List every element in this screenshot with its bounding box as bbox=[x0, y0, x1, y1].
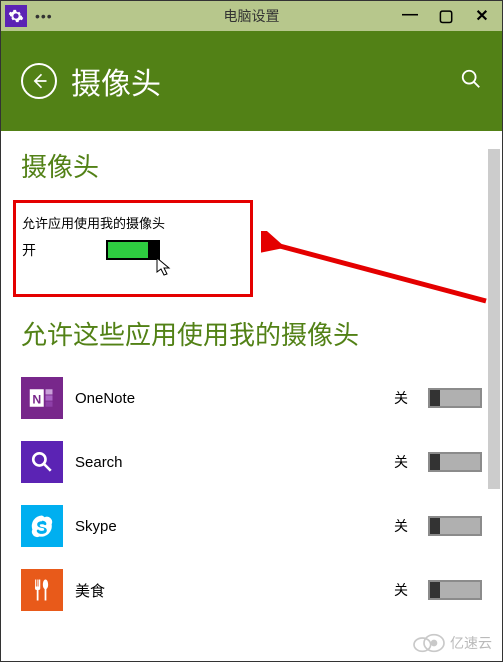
minimize-button[interactable]: — bbox=[398, 6, 422, 26]
title-bar: ••• 电脑设置 — ▢ ✕ bbox=[1, 1, 502, 31]
app-toggle[interactable] bbox=[428, 388, 482, 408]
back-button[interactable] bbox=[21, 63, 57, 99]
search-button[interactable] bbox=[460, 68, 482, 95]
section-title: 摄像头 bbox=[21, 147, 482, 184]
permission-label: 允许应用使用我的摄像头 bbox=[22, 213, 238, 232]
app-row-onenote: N OneNote 关 bbox=[21, 374, 482, 422]
title-menu-dots[interactable]: ••• bbox=[35, 8, 53, 24]
app-row-food: 美食 关 bbox=[21, 566, 482, 614]
app-toggle[interactable] bbox=[428, 452, 482, 472]
permission-toggle[interactable] bbox=[106, 240, 160, 260]
settings-icon bbox=[5, 5, 27, 27]
app-state: 关 bbox=[394, 580, 408, 600]
watermark-text: 亿速云 bbox=[450, 633, 492, 653]
app-row-search: Search 关 bbox=[21, 438, 482, 486]
maximize-button[interactable]: ▢ bbox=[434, 6, 458, 26]
content-area: 摄像头 允许应用使用我的摄像头 开 允许这些应用使用我的摄像头 N OneNot… bbox=[1, 131, 502, 633]
app-name: Search bbox=[75, 454, 123, 471]
app-toggle[interactable] bbox=[428, 580, 482, 600]
app-row-skype: Skype 关 bbox=[21, 502, 482, 550]
search-icon bbox=[21, 441, 63, 483]
app-toggle[interactable] bbox=[428, 516, 482, 536]
page-header: 摄像头 bbox=[1, 31, 502, 131]
app-name: 美食 bbox=[75, 580, 105, 601]
app-name: OneNote bbox=[75, 390, 135, 407]
window-title: 电脑设置 bbox=[224, 6, 280, 26]
svg-text:N: N bbox=[32, 392, 41, 406]
cursor-icon bbox=[156, 257, 172, 282]
permission-state: 开 bbox=[22, 240, 36, 260]
skype-icon bbox=[21, 505, 63, 547]
app-state: 关 bbox=[394, 516, 408, 536]
app-name: Skype bbox=[75, 518, 117, 535]
close-button[interactable]: ✕ bbox=[470, 6, 494, 26]
app-state: 关 bbox=[394, 388, 408, 408]
app-state: 关 bbox=[394, 452, 408, 472]
permission-highlight-box: 允许应用使用我的摄像头 开 bbox=[13, 200, 253, 297]
apps-section-title: 允许这些应用使用我的摄像头 bbox=[21, 315, 482, 352]
scrollbar[interactable] bbox=[488, 149, 500, 489]
onenote-icon: N bbox=[21, 377, 63, 419]
food-icon bbox=[21, 569, 63, 611]
watermark: 亿速云 bbox=[412, 633, 492, 653]
page-title: 摄像头 bbox=[71, 59, 161, 103]
